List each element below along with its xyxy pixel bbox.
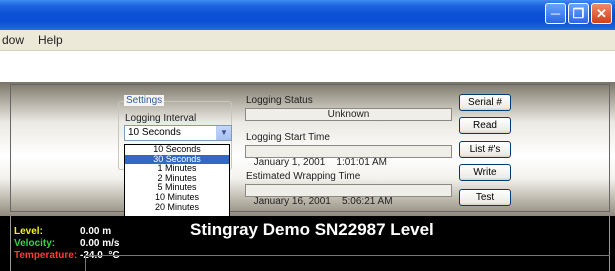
read-button[interactable]: Read — [459, 117, 511, 134]
graph-axis-horizontal — [85, 255, 610, 256]
window-titlebar[interactable] — [0, 0, 615, 30]
velocity-value: 0.00 m/s — [80, 238, 120, 249]
settings-group-title: Settings — [124, 95, 165, 106]
toolbar-area — [0, 51, 615, 82]
logging-status-field: Unknown — [245, 108, 452, 121]
menu-window[interactable]: dow — [2, 33, 24, 47]
write-button[interactable]: Write — [459, 164, 511, 181]
close-icon: ✕ — [596, 6, 607, 21]
temperature-label: Temperature: — [14, 250, 78, 261]
interval-option[interactable]: 20 Minutes — [125, 202, 229, 213]
logging-status-label: Logging Status — [246, 95, 313, 106]
logging-interval-dropdown: 10 Seconds 30 Seconds 1 Minutes 2 Minute… — [124, 144, 230, 222]
logging-status-value: Unknown — [327, 109, 370, 120]
minimize-icon: ─ — [550, 6, 561, 21]
restore-icon: ❐ — [572, 6, 585, 21]
minimize-button[interactable]: ─ — [545, 3, 566, 24]
logging-start-value: January 1, 2001 1:01:01 AM — [253, 157, 387, 168]
velocity-label: Velocity: — [14, 238, 56, 249]
wrapping-time-field: January 16, 2001 5:06:21 AM — [245, 184, 452, 207]
close-button[interactable]: ✕ — [591, 3, 612, 24]
wrapping-time-value: January 16, 2001 5:06:21 AM — [253, 196, 393, 207]
test-button[interactable]: Test — [459, 189, 511, 206]
level-label: Level: — [14, 226, 43, 237]
list-numbers-button[interactable]: List #'s — [459, 141, 511, 158]
logging-interval-select[interactable]: 10 Seconds ▼ — [124, 125, 232, 141]
graph-axis-vertical — [85, 255, 86, 271]
logging-start-label: Logging Start Time — [246, 132, 330, 143]
chevron-down-icon[interactable]: ▼ — [216, 126, 231, 140]
level-value: 0.00 m — [80, 226, 112, 237]
menu-help[interactable]: Help — [38, 33, 63, 47]
logging-interval-value: 10 Seconds — [128, 127, 181, 138]
wrapping-time-label: Estimated Wrapping Time — [246, 171, 361, 182]
menu-bar — [0, 30, 615, 51]
restore-button[interactable]: ❐ — [568, 3, 589, 24]
display-title: Stingray Demo SN22987 Level — [190, 220, 434, 239]
logging-interval-label: Logging Interval — [125, 113, 197, 124]
logging-start-field: January 1, 2001 1:01:01 AM — [245, 145, 452, 168]
serial-button[interactable]: Serial # — [459, 94, 511, 111]
